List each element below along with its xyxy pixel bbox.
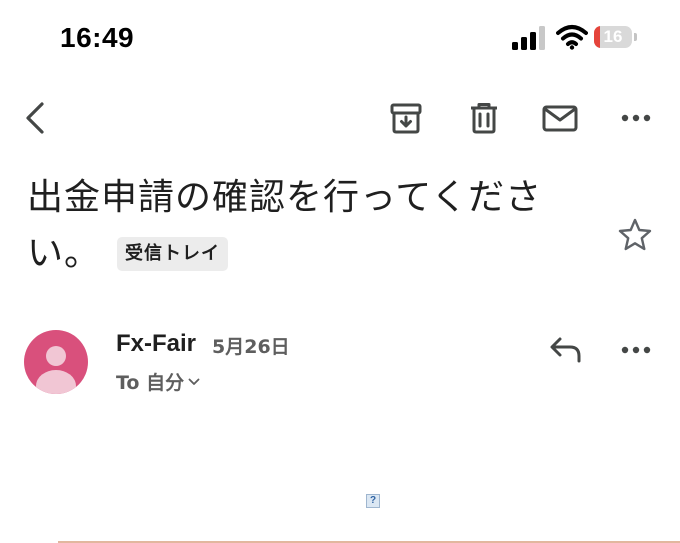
signal-bar bbox=[530, 32, 536, 50]
subject-text: 出金申請の確認を行ってください。 bbox=[27, 177, 543, 274]
signal-bar bbox=[521, 37, 527, 50]
email-subject: 出金申請の確認を行ってください。 受信トレイ bbox=[27, 170, 587, 282]
sender-name[interactable]: Fx-Fair bbox=[116, 330, 196, 358]
avatar-body bbox=[36, 370, 76, 394]
mark-unread-mail-icon[interactable] bbox=[541, 100, 579, 136]
sender-more-options-icon[interactable] bbox=[618, 336, 654, 364]
wifi-icon bbox=[556, 25, 588, 50]
archive-icon[interactable] bbox=[388, 100, 424, 136]
recipient-name: 自分 bbox=[146, 372, 185, 394]
signal-bar bbox=[512, 42, 518, 50]
cellular-signal-icon bbox=[512, 24, 548, 50]
email-detail-screen: 16:49 16 出金申請の確認を行ってください。 受信トレイ Fx-Fair … bbox=[0, 0, 680, 543]
status-time: 16:49 bbox=[60, 22, 135, 53]
trash-icon[interactable] bbox=[466, 100, 502, 136]
battery-level: 16 bbox=[603, 27, 623, 46]
battery-cap bbox=[634, 33, 637, 41]
signal-bar bbox=[539, 26, 545, 50]
recipient-prefix: To bbox=[116, 372, 140, 394]
inbox-label-chip[interactable]: 受信トレイ bbox=[117, 237, 229, 271]
chevron-down-icon bbox=[188, 378, 200, 385]
back-chevron-icon[interactable] bbox=[22, 100, 48, 136]
recipient-toggle[interactable]: To 自分 bbox=[116, 368, 200, 395]
star-icon[interactable] bbox=[616, 216, 654, 254]
more-options-icon[interactable] bbox=[618, 104, 654, 132]
sender-avatar[interactable] bbox=[24, 330, 88, 394]
broken-image-icon: ? bbox=[366, 494, 380, 508]
sender-date: 5月26日 bbox=[212, 336, 290, 358]
battery-icon: 16 bbox=[594, 26, 632, 48]
avatar-head bbox=[46, 346, 66, 366]
reply-icon[interactable] bbox=[548, 334, 584, 366]
